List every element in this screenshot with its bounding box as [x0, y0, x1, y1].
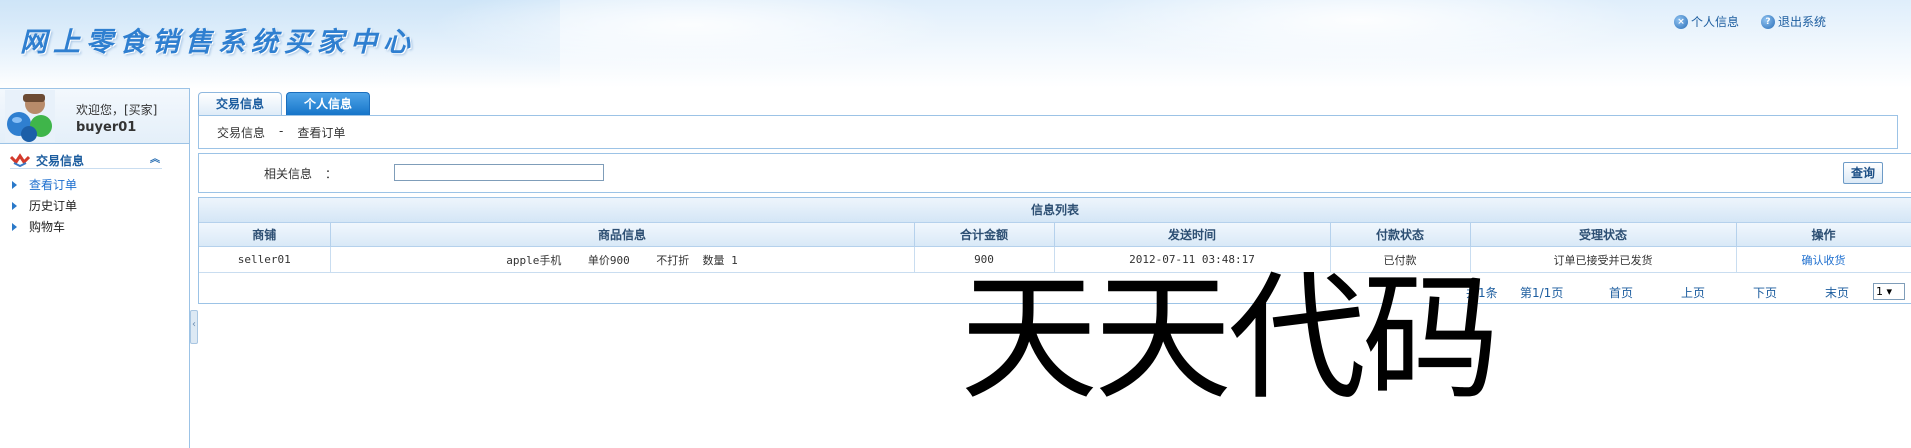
pager-prev-link[interactable]: 上页 [1681, 284, 1705, 301]
arrow-right-icon [12, 222, 17, 231]
avatar [5, 90, 55, 142]
cell-action: 确认收货 [1736, 246, 1911, 273]
breadcrumb-separator: - [279, 124, 284, 138]
breadcrumb-section: 交易信息 [217, 126, 266, 140]
search-bar: 相关信息 ： 查询 [198, 153, 1911, 193]
user-box: 欢迎您，[买家] buyer01 [0, 88, 189, 144]
welcome-text: 欢迎您，[买家] [76, 103, 158, 117]
menu-item-label: 购物车 [29, 220, 66, 234]
column-header-shop: 商铺 [199, 223, 331, 247]
breadcrumb-page: 查看订单 [297, 126, 346, 140]
breadcrumb: 交易信息 - 查看订单 [217, 124, 345, 141]
tab-bar: 交易信息 个人信息 [198, 92, 371, 115]
search-label-colon: ： [325, 167, 338, 181]
list-title: 信息列表 [199, 198, 1911, 223]
menu-list: 查看订单 历史订单 购物车 [12, 174, 77, 237]
watermark-text: 天天代码 [960, 258, 1500, 419]
close-circle-icon: × [1673, 14, 1688, 29]
column-header-process-status: 受理状态 [1470, 223, 1737, 247]
menu-item-label: 查看订单 [29, 178, 78, 192]
pager-last-link[interactable]: 末页 [1825, 284, 1849, 301]
logout-label: 退出系统 [1777, 15, 1826, 29]
personal-info-label: 个人信息 [1690, 15, 1739, 29]
column-header-pay-status: 付款状态 [1330, 223, 1471, 247]
pager-first-link[interactable]: 首页 [1609, 284, 1633, 301]
header: 网上零食销售系统买家中心 × 个人信息 ? 退出系统 [0, 0, 1911, 88]
arrow-right-icon [12, 201, 17, 210]
search-input[interactable] [394, 164, 604, 181]
logout-link[interactable]: ? 退出系统 [1760, 13, 1826, 30]
username: buyer01 [76, 120, 137, 135]
pager-current-page: 第1/1页 [1520, 286, 1564, 300]
menu-group-label: 交易信息 [36, 153, 85, 168]
search-label: 相关信息 [264, 167, 313, 181]
tab-trade-info[interactable]: 交易信息 [198, 92, 283, 115]
column-header-action: 操作 [1736, 223, 1911, 247]
column-header-product: 商品信息 [330, 223, 915, 247]
tab-personal-info[interactable]: 个人信息 [286, 92, 371, 115]
menu-item-cart[interactable]: 购物车 [12, 216, 77, 237]
cell-product: apple手机 单价900 不打折 数量 1 [330, 246, 915, 273]
header-cloud [1080, 0, 1640, 70]
cell-process-status: 订单已接受并已发货 [1470, 246, 1737, 273]
personal-info-link[interactable]: × 个人信息 [1673, 13, 1739, 30]
sidebar-splitter-handle[interactable] [190, 310, 198, 344]
page-select[interactable]: 1 ▾ [1873, 283, 1905, 300]
confirm-receipt-link[interactable]: 确认收货 [1802, 254, 1846, 267]
pager-next-link[interactable]: 下页 [1753, 284, 1777, 301]
trade-group-icon [10, 153, 30, 167]
header-cloud [430, 0, 950, 70]
site-title: 网上零食销售系统买家中心 [20, 27, 416, 58]
help-circle-icon: ? [1760, 14, 1775, 29]
collapse-icon[interactable]: ︽ [148, 153, 162, 167]
breadcrumb-bar: 交易信息 - 查看订单 [198, 115, 1898, 149]
top-links: × 个人信息 ? 退出系统 [1673, 13, 1826, 30]
cell-shop: seller01 [199, 246, 331, 273]
table-header-row: 商铺 商品信息 合计金额 发送时间 付款状态 受理状态 操作 [199, 223, 1911, 247]
column-header-total: 合计金额 [914, 223, 1055, 247]
column-header-time: 发送时间 [1054, 223, 1331, 247]
menu-group-trade[interactable]: 交易信息 ︽ [10, 152, 162, 169]
query-button[interactable]: 查询 [1843, 162, 1883, 184]
menu-item-view-orders[interactable]: 查看订单 [12, 174, 77, 195]
arrow-right-icon [12, 180, 17, 189]
sidebar: 欢迎您，[买家] buyer01 交易信息 ︽ 查看订单 历史订单 购物车 [0, 88, 190, 448]
menu-item-label: 历史订单 [29, 199, 78, 213]
menu-item-history-orders[interactable]: 历史订单 [12, 195, 77, 216]
